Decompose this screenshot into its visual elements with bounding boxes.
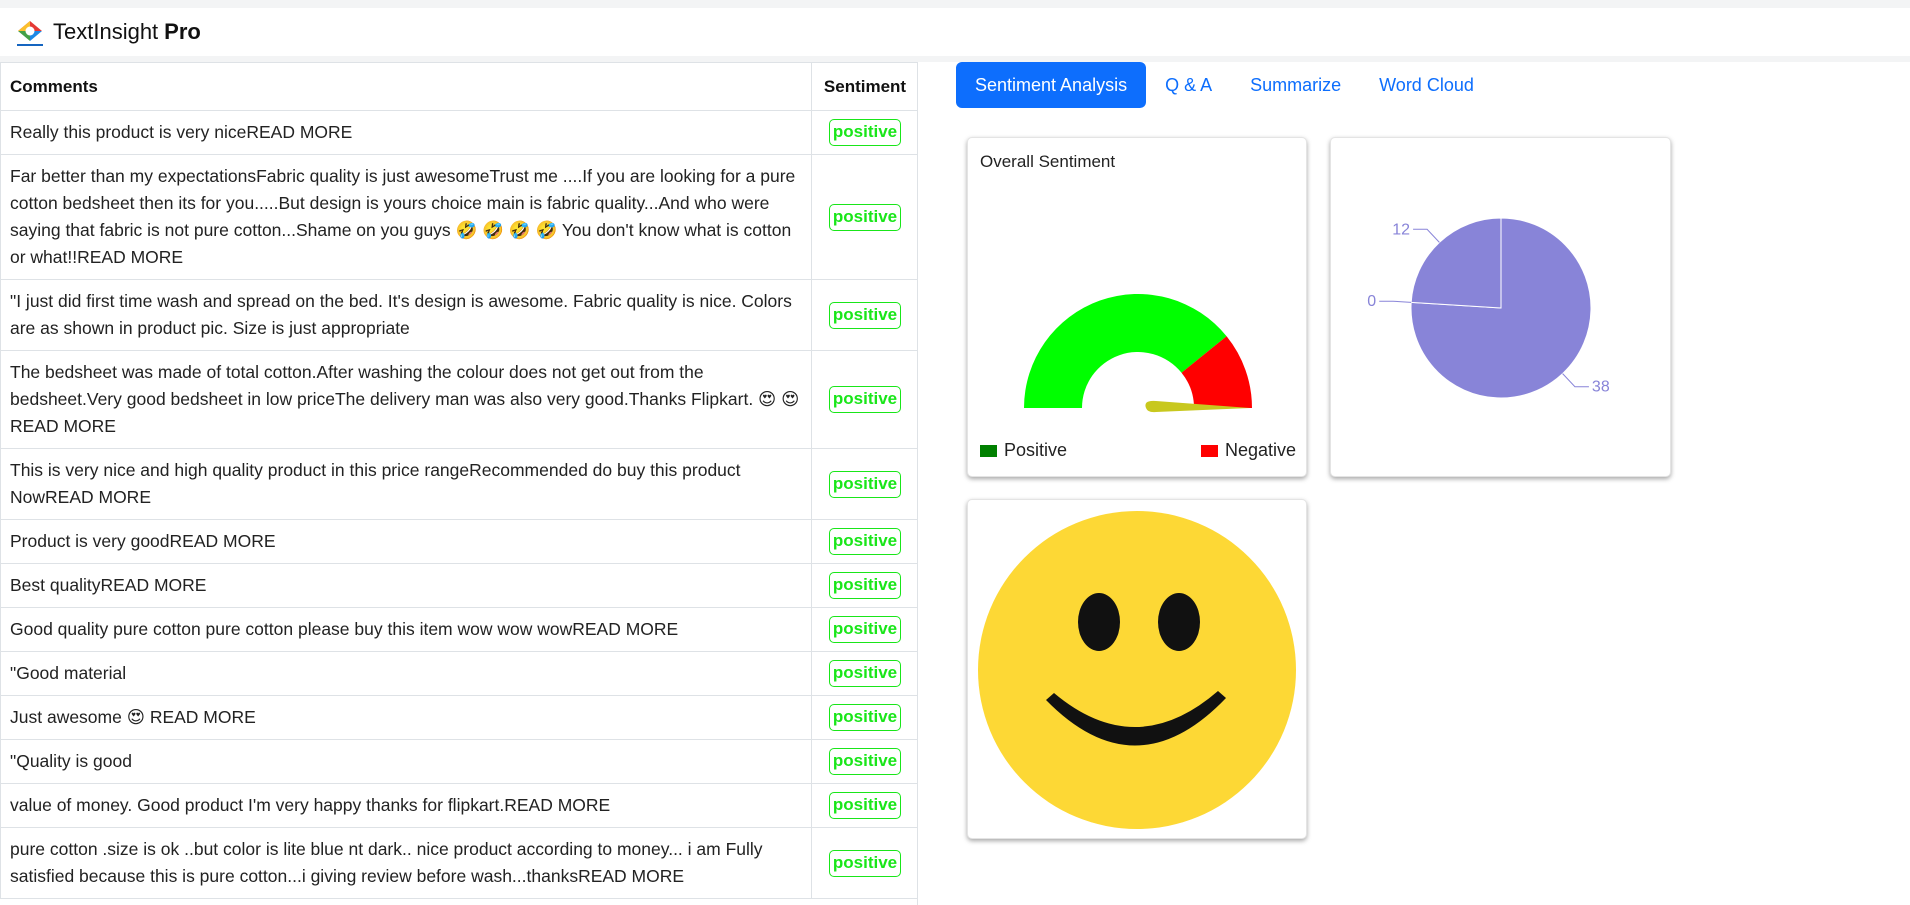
comment-text: Good quality pure cotton pure cotton ple… (0, 607, 812, 652)
table-row: Best qualityREAD MORE positive (0, 563, 917, 608)
sentiment-badge: positive (828, 301, 902, 329)
comment-text: Product is very goodREAD MORE (0, 519, 812, 564)
smiley-right-eye (1158, 593, 1200, 651)
table-body: Really this product is very niceREAD MOR… (0, 110, 917, 899)
pie-leader-line (1379, 300, 1412, 303)
table-row: "Good material positive (0, 651, 917, 696)
pie-value-label: 0 (1367, 293, 1376, 310)
sentiment-cell: positive (811, 154, 917, 280)
sentiment-badge: positive (828, 660, 902, 687)
sentiment-badge: positive (828, 386, 902, 413)
sentiment-badge: positive (828, 572, 902, 599)
sentiment-cell: positive (811, 739, 917, 784)
sentiment-gauge (1024, 294, 1252, 413)
sentiment-cell: positive (811, 827, 917, 899)
sentiment-badge: positive (828, 203, 902, 231)
table-row: Far better than my expectationsFabric qu… (0, 154, 917, 280)
app-name: TextInsight (53, 19, 159, 44)
comment-text: This is very nice and high quality produ… (0, 448, 812, 520)
sentiment-cell: positive (811, 279, 917, 351)
legend-negative-swatch (1200, 444, 1218, 457)
comment-text: Just awesome 😍 READ MORE (0, 695, 812, 740)
pie-slice (1410, 217, 1502, 309)
comment-text: Really this product is very niceREAD MOR… (0, 110, 812, 155)
header-sentiment: Sentiment (811, 62, 917, 111)
table-row: Product is very goodREAD MORE positive (0, 519, 917, 564)
sentiment-badge: positive (828, 849, 902, 877)
overall-sentiment-card: Overall Sentiment Positive Negative (967, 137, 1307, 477)
sentiment-badge: positive (828, 616, 902, 643)
comment-text: The bedsheet was made of total cotton.Af… (0, 350, 812, 449)
pie-chart-card: 38 0 12 (1330, 137, 1671, 477)
tab-sentiment-analysis[interactable]: Sentiment Analysis (956, 62, 1147, 108)
top-strip (0, 0, 1910, 8)
tab-word-cloud[interactable]: Word Cloud (1360, 62, 1493, 108)
app-logo-icon (14, 16, 46, 48)
comment-text: Best qualityREAD MORE (0, 563, 812, 608)
table-header-row: Comments Sentiment (0, 62, 917, 111)
legend-positive: Positive (980, 440, 1067, 461)
sentiment-badge: positive (828, 748, 902, 775)
app-suffix: Pro (164, 19, 201, 44)
legend-positive-swatch (980, 444, 997, 457)
pie-leader-line (1413, 228, 1440, 243)
comments-table-container[interactable]: Comments Sentiment Really this product i… (0, 62, 918, 905)
table-row: Just awesome 😍 READ MORE positive (0, 695, 917, 740)
comment-text: pure cotton .size is ok ..but color is l… (0, 827, 812, 899)
analysis-tabs: Sentiment Analysis Q & A Summarize Word Clo… (956, 62, 1493, 108)
comment-text: Far better than my expectationsFabric qu… (0, 154, 812, 280)
table-row: "I just did first time wash and spread o… (0, 279, 917, 351)
table-row: "Quality is good positive (0, 739, 917, 784)
legend-negative: Negative (1200, 440, 1296, 461)
sentiment-cell: positive (811, 563, 917, 608)
smiley-left-eye (1078, 593, 1120, 651)
pie-value-label: 38 (1592, 379, 1610, 396)
table-row: value of money. Good product I'm very ha… (0, 783, 917, 828)
comment-text: "Quality is good (0, 739, 812, 784)
table-row: pure cotton .size is ok ..but color is l… (0, 827, 917, 899)
sentiment-cell: positive (811, 607, 917, 652)
sentiment-badge: positive (828, 792, 902, 819)
comment-text: value of money. Good product I'm very ha… (0, 783, 812, 828)
table-row: Good quality pure cotton pure cotton ple… (0, 607, 917, 652)
sentiment-badge: positive (828, 119, 902, 146)
sentiment-cell: positive (811, 651, 917, 696)
legend-negative-label: Negative (1224, 440, 1296, 460)
sentiment-badge: positive (828, 528, 902, 555)
smiley-face (978, 511, 1296, 829)
sentiment-cell: positive (811, 448, 917, 520)
comment-text: "I just did first time wash and spread o… (0, 279, 812, 351)
table-row: This is very nice and high quality produ… (0, 448, 917, 520)
sentiment-badge: positive (828, 470, 902, 498)
sentiment-cell: positive (811, 519, 917, 564)
sentiment-cell: positive (811, 783, 917, 828)
tab-q-a[interactable]: Q & A (1146, 62, 1231, 108)
comment-text: "Good material (0, 651, 812, 696)
brand[interactable]: TextInsight Pro (14, 16, 201, 48)
smiley-card (967, 499, 1307, 839)
sentiment-badge: positive (828, 704, 902, 731)
smiley-face-icon (978, 511, 1296, 829)
sentiment-cell: positive (811, 695, 917, 740)
table-row: The bedsheet was made of total cotton.Af… (0, 350, 917, 449)
sentiment-cell: positive (811, 110, 917, 155)
sentiment-cell: positive (811, 350, 917, 449)
tab-summarize[interactable]: Summarize (1231, 62, 1360, 108)
pie-value-label: 12 (1392, 221, 1410, 238)
sentiment-pie-chart: 38 0 12 (1367, 217, 1610, 399)
pie-leader-line (1562, 373, 1589, 388)
navbar: TextInsight Pro (0, 8, 1910, 56)
table-row: Really this product is very niceREAD MOR… (0, 110, 917, 155)
header-comments: Comments (0, 62, 812, 111)
comments-table: Comments Sentiment Really this product i… (0, 62, 917, 899)
legend-positive-label: Positive (1004, 440, 1068, 460)
